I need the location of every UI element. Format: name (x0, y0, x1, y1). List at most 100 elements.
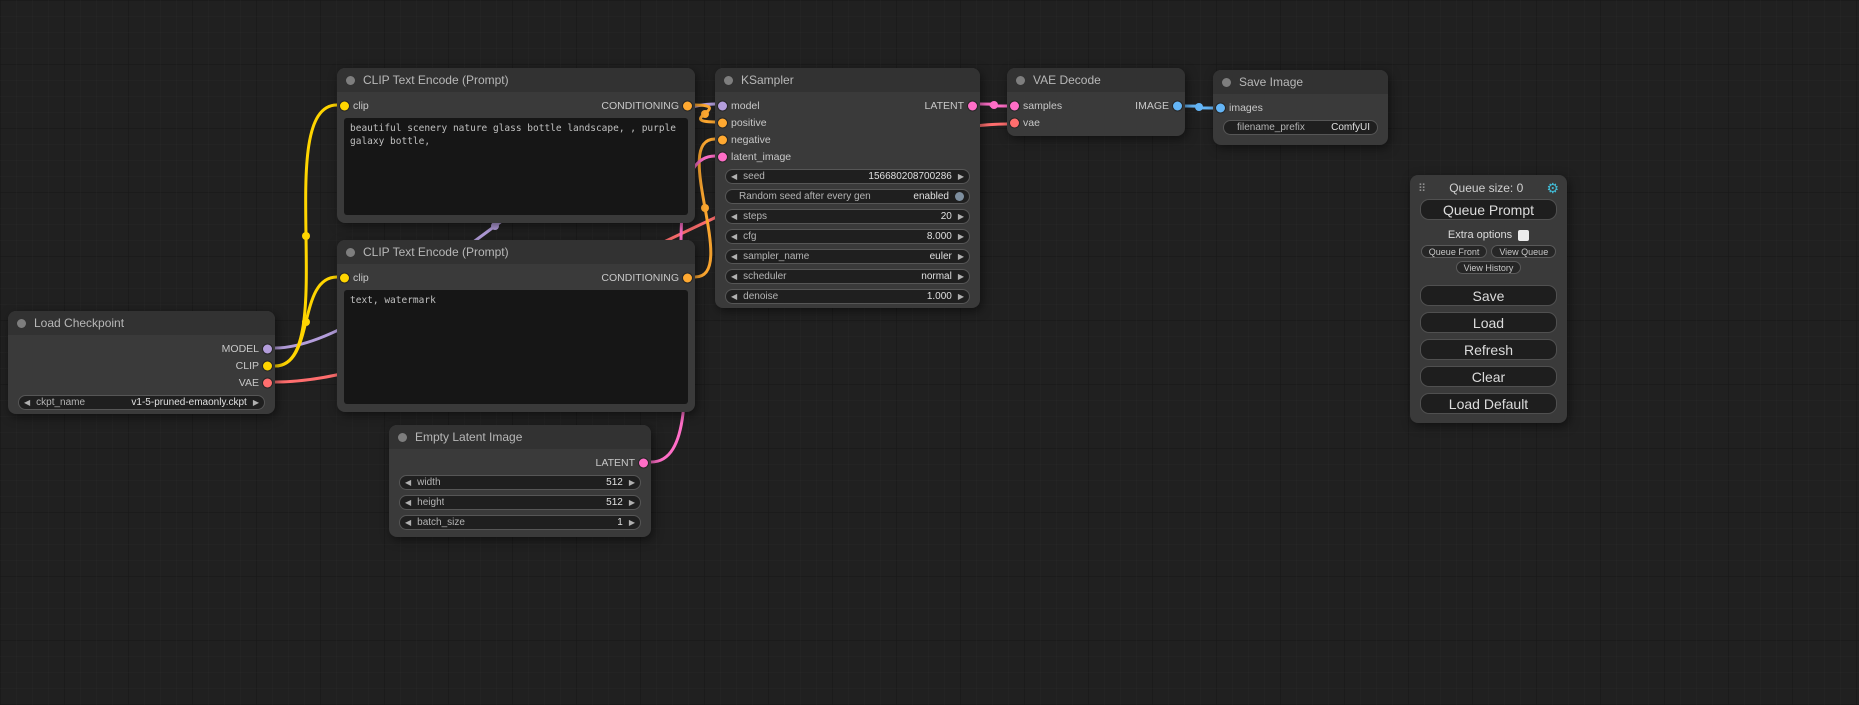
increment-arrow-icon[interactable]: ▶ (253, 399, 259, 407)
decrement-arrow-icon[interactable]: ◀ (731, 233, 737, 241)
slot-list: model LATENT positive negative latent_im… (715, 97, 980, 165)
view-queue-button[interactable]: View Queue (1491, 245, 1556, 258)
positive-prompt-input[interactable]: beautiful scenery nature glass bottle la… (344, 118, 688, 215)
load-button[interactable]: Load (1420, 312, 1557, 333)
increment-arrow-icon[interactable]: ▶ (958, 253, 964, 261)
view-history-button[interactable]: View History (1456, 261, 1522, 274)
node-empty-latent-image[interactable]: Empty Latent Image LATENT ◀ width 512 ▶ … (389, 425, 651, 537)
widget-value: normal (921, 271, 952, 282)
input-slot-clip[interactable] (340, 273, 349, 282)
queue-front-button[interactable]: Queue Front (1421, 245, 1488, 258)
node-title: CLIP Text Encode (Prompt) (363, 245, 509, 259)
collapse-dot[interactable] (346, 248, 355, 257)
node-title-bar[interactable]: CLIP Text Encode (Prompt) (337, 240, 695, 264)
collapse-dot[interactable] (724, 76, 733, 85)
node-title-bar[interactable]: Save Image (1213, 70, 1388, 94)
clear-button[interactable]: Clear (1420, 366, 1557, 387)
negative-prompt-input[interactable]: text, watermark (344, 290, 688, 404)
decrement-arrow-icon[interactable]: ◀ (731, 293, 737, 301)
node-title-bar[interactable]: KSampler (715, 68, 980, 92)
widget-denoise[interactable]: ◀ denoise 1.000 ▶ (725, 289, 970, 304)
input-slot-images[interactable] (1216, 103, 1225, 112)
node-vae-decode[interactable]: VAE Decode samples IMAGE vae (1007, 68, 1185, 136)
collapse-dot[interactable] (1222, 78, 1231, 87)
decrement-arrow-icon[interactable]: ◀ (731, 213, 737, 221)
drag-handle-icon[interactable]: ⠿ (1418, 182, 1426, 195)
widget-label: steps (743, 211, 767, 222)
increment-arrow-icon[interactable]: ▶ (629, 499, 635, 507)
queue-front-row: Queue Front View Queue (1410, 245, 1567, 258)
random-seed-toggle[interactable] (955, 192, 964, 201)
refresh-button[interactable]: Refresh (1420, 339, 1557, 360)
output-slot-model[interactable] (263, 344, 272, 353)
settings-gear-icon[interactable]: ⚙ (1546, 181, 1559, 195)
increment-arrow-icon[interactable]: ▶ (958, 233, 964, 241)
input-slot-vae[interactable] (1010, 118, 1019, 127)
output-slot-image[interactable] (1173, 101, 1182, 110)
decrement-arrow-icon[interactable]: ◀ (731, 273, 737, 281)
node-ksampler[interactable]: KSampler model LATENT positive negative … (715, 68, 980, 308)
output-slot-clip[interactable] (263, 361, 272, 370)
input-slot-positive[interactable] (718, 118, 727, 127)
output-slot-conditioning[interactable] (683, 101, 692, 110)
input-label-clip: clip (353, 100, 369, 112)
widget-height[interactable]: ◀ height 512 ▶ (399, 495, 641, 510)
increment-arrow-icon[interactable]: ▶ (958, 213, 964, 221)
increment-arrow-icon[interactable]: ▶ (958, 273, 964, 281)
increment-arrow-icon[interactable]: ▶ (629, 479, 635, 487)
widget-label: cfg (743, 231, 756, 242)
wire-midpoint-dot (302, 318, 310, 326)
output-label-latent: LATENT (596, 457, 635, 469)
slot-row: model LATENT (715, 97, 980, 114)
increment-arrow-icon[interactable]: ▶ (629, 519, 635, 527)
input-slot-clip[interactable] (340, 101, 349, 110)
widget-random-seed[interactable]: Random seed after every gen enabled (725, 189, 970, 204)
input-slot-negative[interactable] (718, 135, 727, 144)
node-title-bar[interactable]: Empty Latent Image (389, 425, 651, 449)
increment-arrow-icon[interactable]: ▶ (958, 173, 964, 181)
output-slot-latent[interactable] (639, 458, 648, 467)
widget-value: 8.000 (927, 231, 952, 242)
decrement-arrow-icon[interactable]: ◀ (405, 479, 411, 487)
node-load-checkpoint[interactable]: Load Checkpoint MODEL CLIP VAE ◀ ckpt_na… (8, 311, 275, 414)
decrement-arrow-icon[interactable]: ◀ (731, 173, 737, 181)
input-slot-latent-image[interactable] (718, 152, 727, 161)
increment-arrow-icon[interactable]: ▶ (958, 293, 964, 301)
decrement-arrow-icon[interactable]: ◀ (24, 399, 30, 407)
node-clip-text-encode-positive[interactable]: CLIP Text Encode (Prompt) clip CONDITION… (337, 68, 695, 223)
output-slot-vae[interactable] (263, 378, 272, 387)
widget-filename-prefix[interactable]: filename_prefix ComfyUI (1223, 120, 1378, 135)
node-title: KSampler (741, 73, 794, 87)
widget-scheduler[interactable]: ◀ scheduler normal ▶ (725, 269, 970, 284)
widget-steps[interactable]: ◀ steps 20 ▶ (725, 209, 970, 224)
widget-seed[interactable]: ◀ seed 156680208700286 ▶ (725, 169, 970, 184)
node-title-bar[interactable]: CLIP Text Encode (Prompt) (337, 68, 695, 92)
collapse-dot[interactable] (346, 76, 355, 85)
widget-width[interactable]: ◀ width 512 ▶ (399, 475, 641, 490)
widget-batch-size[interactable]: ◀ batch_size 1 ▶ (399, 515, 641, 530)
output-slot-latent[interactable] (968, 101, 977, 110)
collapse-dot[interactable] (1016, 76, 1025, 85)
collapse-dot[interactable] (17, 319, 26, 328)
save-button[interactable]: Save (1420, 285, 1557, 306)
collapse-dot[interactable] (398, 433, 407, 442)
widget-cfg[interactable]: ◀ cfg 8.000 ▶ (725, 229, 970, 244)
queue-prompt-button[interactable]: Queue Prompt (1420, 199, 1557, 220)
graph-canvas[interactable]: Load Checkpoint MODEL CLIP VAE ◀ ckpt_na… (0, 0, 1859, 705)
output-slot-conditioning[interactable] (683, 273, 692, 282)
input-label-negative: negative (731, 134, 771, 146)
decrement-arrow-icon[interactable]: ◀ (405, 519, 411, 527)
node-clip-text-encode-negative[interactable]: CLIP Text Encode (Prompt) clip CONDITION… (337, 240, 695, 412)
widget-ckpt-name[interactable]: ◀ ckpt_name v1-5-pruned-emaonly.ckpt ▶ (18, 395, 265, 410)
node-title-bar[interactable]: VAE Decode (1007, 68, 1185, 92)
extra-options-checkbox[interactable] (1518, 230, 1529, 241)
node-save-image[interactable]: Save Image images filename_prefix ComfyU… (1213, 70, 1388, 145)
decrement-arrow-icon[interactable]: ◀ (731, 253, 737, 261)
input-slot-model[interactable] (718, 101, 727, 110)
node-title-bar[interactable]: Load Checkpoint (8, 311, 275, 335)
input-slot-samples[interactable] (1010, 101, 1019, 110)
load-default-button[interactable]: Load Default (1420, 393, 1557, 414)
widget-sampler-name[interactable]: ◀ sampler_name euler ▶ (725, 249, 970, 264)
wire-clip-positive (275, 105, 337, 366)
decrement-arrow-icon[interactable]: ◀ (405, 499, 411, 507)
